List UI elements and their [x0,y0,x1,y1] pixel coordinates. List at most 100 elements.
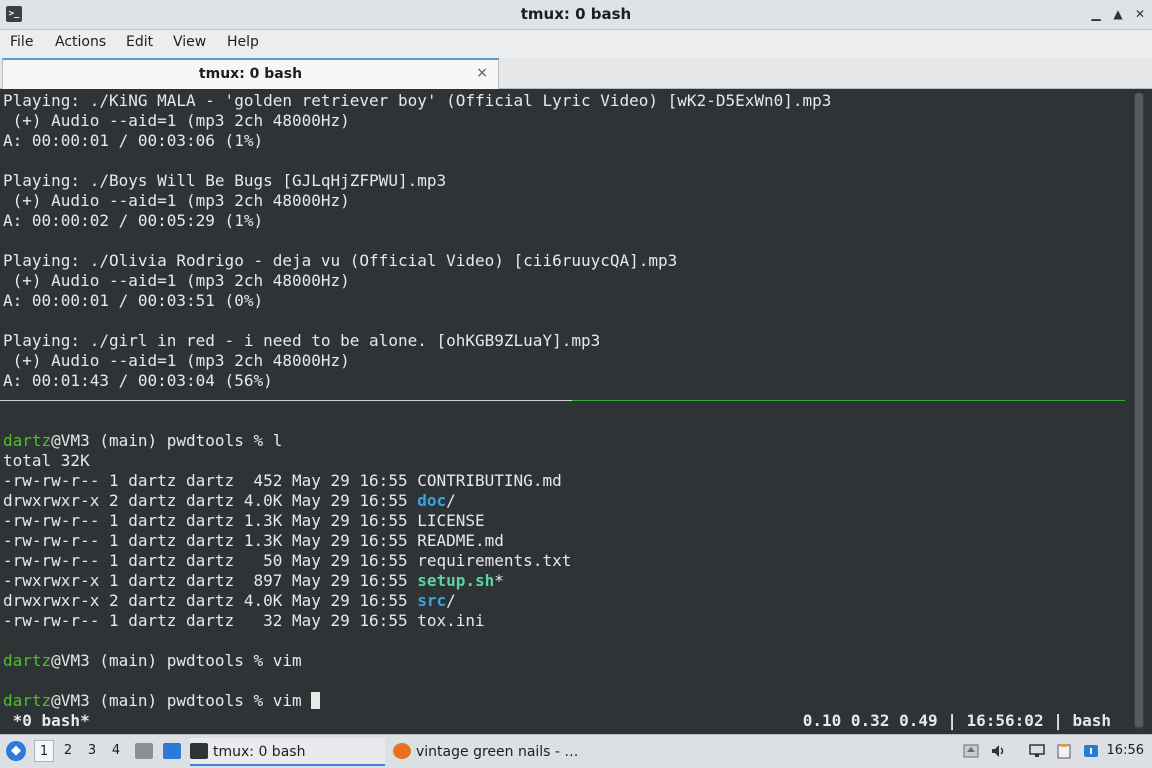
show-desktop-icon[interactable] [163,743,181,759]
tmux-window-list[interactable]: *0 bash* [3,711,90,730]
listing-row: drwxrwxr-x 2 dartz dartz 4.0K May 29 16:… [3,591,1121,611]
listing-row: -rw-rw-r-- 1 dartz dartz 50 May 29 16:55… [3,551,1121,571]
listing-row: drwxrwxr-x 2 dartz dartz 4.0K May 29 16:… [3,491,1121,511]
clipboard-icon[interactable] [1055,743,1073,759]
tmux-status-bar: *0 bash* 0.10 0.32 0.49 | 16:56:02 | bash [3,711,1121,731]
listing-suffix: * [494,571,504,590]
update-icon[interactable] [962,743,980,759]
tmux-status-right: 0.10 0.32 0.49 | 16:56:02 | bash [802,711,1111,730]
terminal-line: (+) Audio --aid=1 (mp3 2ch 48000Hz) [3,351,350,370]
listing-meta: drwxrwxr-x 2 dartz dartz 4.0K May 29 16:… [3,591,418,610]
close-icon[interactable]: ✕ [1132,6,1148,22]
listing-name: LICENSE [417,511,485,530]
window-titlebar: >_ tmux: 0 bash ▁ ▲ ✕ [0,0,1152,30]
notification-icon[interactable] [1082,743,1100,759]
menu-view[interactable]: View [173,34,206,50]
listing-row: -rwxrwxr-x 1 dartz dartz 897 May 29 16:5… [3,571,1121,591]
scrollbar-thumb[interactable] [1135,93,1143,727]
tab-label: tmux: 0 bash [198,66,303,82]
network-icon[interactable] [1028,743,1046,759]
tab-close-icon[interactable]: × [476,65,488,81]
terminal-line: A: 00:00:02 / 00:05:29 (1%) [3,211,264,230]
terminal-line: (+) Audio --aid=1 (mp3 2ch 48000Hz) [3,271,350,290]
prompt-host: @VM3 (main) pwdtools % [51,691,273,710]
prompt-user: dartz [3,651,52,670]
menu-help[interactable]: Help [227,34,259,50]
pane-border-inactive [0,400,572,401]
terminal-line: A: 00:00:01 / 00:03:06 (1%) [3,131,264,150]
listing-name: doc [417,491,447,510]
listing-row: -rw-rw-r-- 1 dartz dartz 1.3K May 29 16:… [3,531,1121,551]
terminal-line: A: 00:01:43 / 00:03:04 (56%) [3,371,273,390]
listing-total: total 32K [3,451,90,470]
firefox-icon [393,743,411,759]
prompt-line: dartz@VM3 (main) pwdtools % l [3,431,1121,451]
menu-edit[interactable]: Edit [126,34,153,50]
workspace-2[interactable]: 2 [58,740,78,762]
prompt-host: @VM3 (main) pwdtools % [51,431,273,450]
terminal-scrollbar[interactable] [1134,93,1144,729]
prompt-user: dartz [3,431,52,450]
command-text: l [272,431,283,450]
window-title: tmux: 0 bash [520,5,632,23]
listing-name: src [417,591,447,610]
tmux-pane-separator[interactable] [0,391,1125,411]
tab-tmux-bash[interactable]: tmux: 0 bash × [2,58,499,89]
listing-row: -rw-rw-r-- 1 dartz dartz 1.3K May 29 16:… [3,511,1121,531]
task-terminal[interactable]: tmux: 0 bash [190,738,385,766]
terminal-line: (+) Audio --aid=1 (mp3 2ch 48000Hz) [3,111,350,130]
listing-suffix: / [446,491,456,510]
task-firefox[interactable]: vintage green nails - … [393,738,588,766]
listing-meta: -rw-rw-r-- 1 dartz dartz 1.3K May 29 16:… [3,511,418,530]
taskbar-clock[interactable]: 16:56 [1107,743,1144,758]
terminal-line: Playing: ./Olivia Rodrigo - deja vu (Off… [3,251,678,270]
workspace-4[interactable]: 4 [106,740,126,762]
tab-strip: tmux: 0 bash × [0,58,1152,89]
listing-meta: -rw-rw-r-- 1 dartz dartz 50 May 29 16:55 [3,551,418,570]
prompt-line: dartz@VM3 (main) pwdtools % vim [3,651,1121,671]
listing-name: tox.ini [417,611,485,630]
listing-meta: -rw-rw-r-- 1 dartz dartz 452 May 29 16:5… [3,471,418,490]
terminal-line: Playing: ./KiNG MALA - 'golden retriever… [3,91,832,110]
start-menu-icon[interactable]: ◆ [6,741,26,761]
listing-meta: -rw-rw-r-- 1 dartz dartz 1.3K May 29 16:… [3,531,418,550]
listing-name: README.md [417,531,504,550]
terminal-line: Playing: ./Boys Will Be Bugs [GJLqHjZFPW… [3,171,447,190]
prompt-user: dartz [3,691,52,710]
task-label: tmux: 0 bash [213,744,306,760]
menubar: File Actions Edit View Help [0,30,1152,58]
terminal-area[interactable]: Playing: ./KiNG MALA - 'golden retriever… [0,89,1152,734]
listing-name: setup.sh [417,571,495,590]
terminal-line: (+) Audio --aid=1 (mp3 2ch 48000Hz) [3,191,350,210]
taskbar: ◆ 1 2 3 4 tmux: 0 bash vintage green nai… [0,734,1152,768]
listing-name: requirements.txt [417,551,572,570]
text-cursor [311,692,321,709]
listing-meta: -rw-rw-r-- 1 dartz dartz 32 May 29 16:55 [3,611,418,630]
menu-actions[interactable]: Actions [55,34,106,50]
command-text: vim [272,691,302,710]
command-text: vim [272,651,302,670]
terminal-line: Playing: ./girl in red - i need to be al… [3,331,601,350]
file-manager-icon[interactable] [135,743,153,759]
maximize-icon[interactable]: ▲ [1110,6,1126,22]
task-label: vintage green nails - … [416,744,579,760]
menu-file[interactable]: File [10,34,33,50]
prompt-host: @VM3 (main) pwdtools % [51,651,273,670]
listing-row: -rw-rw-r-- 1 dartz dartz 452 May 29 16:5… [3,471,1121,491]
pane-border-active [572,400,1125,401]
listing-suffix: / [446,591,456,610]
volume-icon[interactable] [990,743,1008,759]
listing-meta: drwxrwxr-x 2 dartz dartz 4.0K May 29 16:… [3,491,418,510]
listing-meta: -rwxrwxr-x 1 dartz dartz 897 May 29 16:5… [3,571,418,590]
workspace-3[interactable]: 3 [82,740,102,762]
minimize-icon[interactable]: ▁ [1088,6,1104,22]
prompt-line[interactable]: dartz@VM3 (main) pwdtools % vim [3,691,1121,711]
workspace-1[interactable]: 1 [34,740,54,762]
terminal-icon [190,743,208,759]
